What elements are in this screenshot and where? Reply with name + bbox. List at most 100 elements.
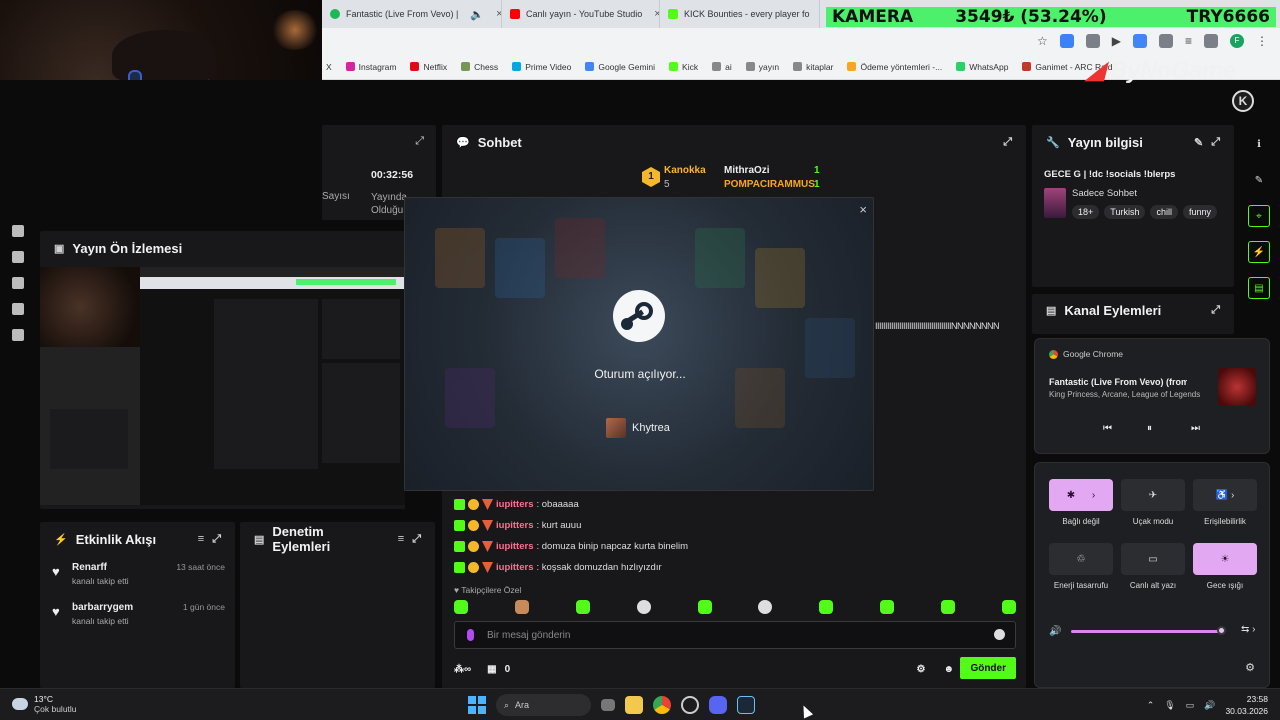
emote-picker-icon[interactable]: ☻ [943,664,954,675]
bookmark-whatsapp[interactable]: WhatsApp [956,62,1008,72]
taskbar-search[interactable]: ⌕ Ara [496,694,591,716]
popout-icon[interactable]: ⤢ [1211,136,1220,149]
layout-icon[interactable] [12,251,24,263]
tag[interactable]: chill [1150,205,1178,219]
discord-icon[interactable] [709,696,727,714]
bookmark-odeme[interactable]: Ödeme yöntemleri -... [847,62,942,72]
emote-icon[interactable] [880,600,895,614]
live-captions-toggle[interactable]: ▭ [1121,543,1185,575]
gift-icon[interactable]: ▦ [487,664,496,675]
task-view-icon[interactable] [601,699,615,711]
bookmark-chess[interactable]: Chess [461,62,498,72]
windows-start-icon[interactable] [468,696,486,714]
media-icon[interactable]: ≡ [1185,34,1192,48]
next-track-icon[interactable]: ⏭ [1191,423,1200,434]
chat-username[interactable]: iupitters [496,541,533,552]
bookmark-ai[interactable]: ai [712,62,732,72]
chat-username[interactable]: iupitters [496,562,533,573]
bluetooth-toggle[interactable]: ✱ › [1049,479,1113,511]
accessibility-toggle[interactable]: ♿ › [1193,479,1257,511]
activity-user[interactable]: barbarrygem [72,602,133,613]
audio-output-icon[interactable]: ⇆ › [1241,624,1256,635]
speaker-icon[interactable]: 🔊 [1204,700,1215,711]
bookmark-netflix[interactable]: Netflix [410,62,447,72]
chat-username[interactable]: iupitters [496,520,533,531]
send-button[interactable]: Gönder [960,657,1016,679]
settings-icon[interactable]: ⚙ [1245,661,1255,674]
bookmark-prime[interactable]: Prime Video [512,62,571,72]
pause-icon[interactable]: ⏸ [1147,423,1152,434]
extension-icon[interactable] [1059,34,1074,48]
tag[interactable]: Turkish [1104,205,1146,219]
microphone-icon[interactable] [467,629,474,641]
settings-icon[interactable]: ⚙ [917,664,926,675]
stream-preview-image[interactable] [40,267,405,505]
emote-icon[interactable] [636,600,651,614]
emote-icon[interactable] [758,600,773,614]
chat-username[interactable]: iupitters [496,499,533,510]
weather-widget[interactable]: 13°C Çok bulutlu [12,694,77,714]
trophy-icon[interactable] [12,225,24,237]
filter-icon[interactable]: ≡ [198,533,204,545]
bookmark-instagram[interactable]: Instagram [345,62,396,72]
emote-icon[interactable] [1001,600,1016,614]
browser-tab-spotify[interactable]: Fantastic (Live From Vevo) | 🔈 × [322,0,502,28]
menu-icon[interactable]: ⋮ [1256,34,1268,48]
bookmark-kick[interactable]: Kick [669,62,698,72]
users-icon[interactable] [12,303,24,315]
popout-icon[interactable]: ⤢ [1003,136,1012,149]
bookmark-gemini[interactable]: Google Gemini [585,62,655,72]
night-light-toggle[interactable]: ☀ [1193,543,1257,575]
popout-icon[interactable]: ⤢ [412,533,421,546]
file-explorer-icon[interactable] [625,696,643,714]
chrome-icon[interactable] [653,696,671,714]
tag[interactable]: funny [1182,205,1217,219]
chevron-up-icon[interactable]: ⌃ [1147,700,1155,711]
activity-user[interactable]: Renarff [72,562,107,573]
stream-category[interactable]: Sadece Sohbet [1072,188,1137,199]
app-icon[interactable] [681,696,699,714]
extension-icon[interactable] [1085,34,1100,48]
microphone-icon[interactable]: 🎙 [1164,700,1175,711]
energy-saver-toggle[interactable]: ♲ [1049,543,1113,575]
emote-icon[interactable] [697,600,712,614]
bookmark-yayin[interactable]: yayın [745,62,779,72]
download-icon[interactable] [1204,34,1218,48]
browser-tab-youtube[interactable]: Canlı yayın - YouTube Studio × [502,0,660,28]
download-icon[interactable] [12,329,24,341]
third-name[interactable]: POMPACIRAMMUS [724,179,815,190]
popout-icon[interactable]: ⤢ [212,533,221,546]
translate-icon[interactable] [1132,34,1147,48]
emote-icon[interactable] [941,600,955,614]
pencil-icon[interactable]: ✎ [1248,169,1270,191]
network-icon[interactable]: ▭ [1186,700,1195,711]
emote-icon[interactable] [575,600,590,614]
emote-icon[interactable] [454,600,468,614]
emoji-icon[interactable] [994,629,1005,640]
steam-taskbar-icon[interactable] [737,696,755,714]
popout-icon[interactable]: ⤢ [1211,304,1220,317]
tag[interactable]: 18+ [1072,205,1100,219]
pencil-icon[interactable]: ✎ [1194,136,1203,149]
bookmark-close[interactable]: X [326,62,332,72]
puzzle-icon[interactable] [1158,34,1173,48]
emote-icon[interactable] [819,600,834,614]
airplane-mode-toggle[interactable]: ✈ [1121,479,1185,511]
second-name[interactable]: MithraOzi [724,165,770,176]
profile-avatar[interactable]: F [1230,34,1244,48]
volume-icon[interactable]: 🔊 [1049,626,1061,637]
scan-icon[interactable]: ⌖ [1248,205,1270,227]
volume-slider-thumb[interactable] [1217,626,1226,635]
filter-icon[interactable]: ≡ [398,533,404,545]
points-icon[interactable]: ⁂∞ [454,664,471,675]
info-icon[interactable]: ℹ [1248,133,1270,155]
close-icon[interactable]: × [859,202,867,217]
volume-slider[interactable] [1071,630,1221,633]
lightning-icon[interactable]: ⚡ [1248,241,1270,263]
wrench-icon[interactable] [12,277,24,289]
emote-icon[interactable] [514,600,529,614]
bookmark-kitaplar[interactable]: kitaplar [793,62,833,72]
leader-name[interactable]: Kanokka [664,165,706,176]
star-icon[interactable]: ☆ [1037,34,1048,48]
clock[interactable]: 23:58 30.03.2026 [1225,693,1268,717]
